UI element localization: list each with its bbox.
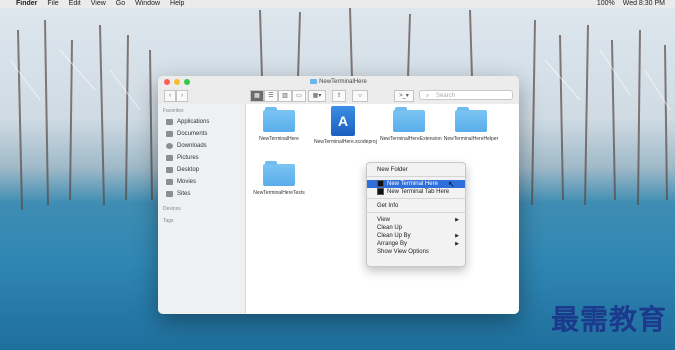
menu-item-arrange-by[interactable]: Arrange By ▶ <box>367 240 465 248</box>
sidebar: Favorites Applications Documents Downloa… <box>158 104 246 314</box>
list-view-icon[interactable]: ☰ <box>264 90 278 102</box>
file-item[interactable]: A NewTerminalHere.xcodeproj <box>314 106 377 145</box>
menu-edit[interactable]: Edit <box>69 0 81 8</box>
file-item[interactable]: NewTerminalHereExtension <box>380 107 442 142</box>
file-name: NewTerminalHereHelper <box>443 136 499 142</box>
menu-help[interactable]: Help <box>170 0 184 8</box>
submenu-arrow-icon: ▶ <box>455 233 459 239</box>
menu-view[interactable]: View <box>91 0 106 8</box>
sites-icon <box>166 191 173 197</box>
search-input[interactable]: ⌕ Search <box>419 90 513 100</box>
battery-status[interactable]: 100% <box>597 0 615 8</box>
menu-item-new-terminal-tab-here[interactable]: New Terminal Tab Here <box>367 188 465 196</box>
watermark: 最需教育 <box>550 303 667 336</box>
sidebar-item-label: Downloads <box>177 143 207 149</box>
menu-app-finder[interactable]: Finder <box>16 0 37 8</box>
sidebar-item-label: Pictures <box>177 155 199 161</box>
sidebar-item-sites[interactable]: Sites <box>158 188 245 200</box>
clock[interactable]: Wed 8:30 PM <box>623 0 665 8</box>
sidebar-favorites-header: Favorites <box>163 108 184 114</box>
zoom-button[interactable] <box>184 79 190 85</box>
folder-icon <box>263 161 295 186</box>
column-view-icon[interactable]: ▥ <box>278 90 292 102</box>
sidebar-item-documents[interactable]: Documents <box>158 128 245 140</box>
context-menu: New Folder New Terminal Here New Termina… <box>366 162 466 267</box>
mouse-pointer-icon: ↖ <box>448 180 455 189</box>
back-button[interactable]: ‹ <box>164 90 176 102</box>
view-switcher: ▦ ☰ ▥ ▭ <box>250 90 306 102</box>
folder-icon <box>263 107 295 132</box>
tags-icon[interactable]: ○ <box>352 90 368 102</box>
submenu-arrow-icon: ▶ <box>455 241 459 247</box>
sidebar-item-pictures[interactable]: Pictures <box>158 152 245 164</box>
minimize-button[interactable] <box>174 79 180 85</box>
nav-buttons: ‹ › <box>164 90 188 102</box>
search-placeholder: Search <box>436 93 456 99</box>
finder-window: NewTerminalHere ‹ › ▦ ☰ ▥ ▭ ▦▾ ⇧ ○ >_▾ ⌕… <box>158 76 519 314</box>
submenu-arrow-icon: ▶ <box>455 217 459 223</box>
movies-icon <box>166 179 173 185</box>
menu-item-clean-up-by[interactable]: Clean Up By ▶ <box>367 232 465 240</box>
terminal-icon <box>377 180 384 187</box>
sidebar-item-label: Documents <box>177 131 208 137</box>
file-name: NewTerminalHere <box>259 136 299 142</box>
downloads-icon <box>166 143 173 149</box>
file-item[interactable]: NewTerminalHere <box>250 107 308 142</box>
menu-go[interactable]: Go <box>116 0 125 8</box>
sidebar-item-label: Movies <box>177 179 197 185</box>
menu-window[interactable]: Window <box>135 0 160 8</box>
menu-item-label: Arrange By <box>377 241 408 247</box>
menu-item-get-info[interactable]: Get Info <box>367 202 465 210</box>
forward-button[interactable]: › <box>176 90 188 102</box>
folder-icon <box>455 107 487 132</box>
sidebar-item-label: Sites <box>177 191 191 197</box>
sidebar-item-label: Desktop <box>177 167 200 173</box>
file-item[interactable]: NewTerminalHereHelper <box>442 107 500 142</box>
applications-icon <box>166 119 173 125</box>
sidebar-item-label: Applications <box>177 119 210 125</box>
terminal-icon <box>377 188 384 195</box>
menu-separator <box>367 176 465 177</box>
sidebar-item-movies[interactable]: Movies <box>158 176 245 188</box>
close-button[interactable] <box>164 79 170 85</box>
menu-item-label: New Terminal Tab Here <box>387 189 450 196</box>
search-icon: ⌕ <box>426 93 430 99</box>
sidebar-item-desktop[interactable]: Desktop <box>158 164 245 176</box>
sidebar-devices-header: Devices <box>163 206 181 212</box>
file-name: NewTerminalHereExtension <box>380 136 442 142</box>
menu-separator <box>367 198 465 199</box>
file-name: NewTerminalHereTests <box>253 190 305 196</box>
menu-file[interactable]: File <box>47 0 58 8</box>
arrange-icon[interactable]: ▦▾ <box>308 90 326 102</box>
file-name: NewTerminalHere.xcodeproj <box>314 139 377 145</box>
sidebar-item-applications[interactable]: Applications <box>158 116 245 128</box>
toolbar: ‹ › ▦ ☰ ▥ ▭ ▦▾ ⇧ ○ >_▾ ⌕ Search <box>158 88 519 105</box>
menu-item-label: New Terminal Here <box>387 181 438 188</box>
documents-icon <box>166 131 173 137</box>
file-item[interactable]: NewTerminalHereTests <box>250 161 308 196</box>
terminal-toolbar-icon[interactable]: >_▾ <box>394 90 414 102</box>
menu-item-new-folder[interactable]: New Folder <box>367 166 465 174</box>
share-icon[interactable]: ⇧ <box>332 90 346 102</box>
menu-item-label: Clean Up By <box>377 233 411 239</box>
menu-item-view[interactable]: View ▶ <box>367 216 465 224</box>
icon-view-icon[interactable]: ▦ <box>250 90 264 102</box>
menu-item-show-view-options[interactable]: Show View Options <box>367 248 465 256</box>
window-controls <box>164 79 190 85</box>
menu-bar: Finder File Edit View Go Window Help 100… <box>0 0 675 8</box>
folder-icon <box>310 78 318 84</box>
menu-item-clean-up[interactable]: Clean Up <box>367 224 465 232</box>
cover-flow-icon[interactable]: ▭ <box>292 90 306 102</box>
status-area: 100% Wed 8:30 PM <box>597 0 675 8</box>
window-title: NewTerminalHere <box>319 79 367 85</box>
folder-icon <box>393 107 425 132</box>
xcodeproj-icon: A <box>331 106 355 136</box>
title-bar[interactable]: NewTerminalHere <box>158 76 519 88</box>
menu-separator <box>367 212 465 213</box>
desktop-icon <box>166 167 173 173</box>
pictures-icon <box>166 155 173 161</box>
menu-item-label: View <box>377 217 390 223</box>
sidebar-tags-header: Tags <box>163 218 174 224</box>
sidebar-item-downloads[interactable]: Downloads <box>158 140 245 152</box>
